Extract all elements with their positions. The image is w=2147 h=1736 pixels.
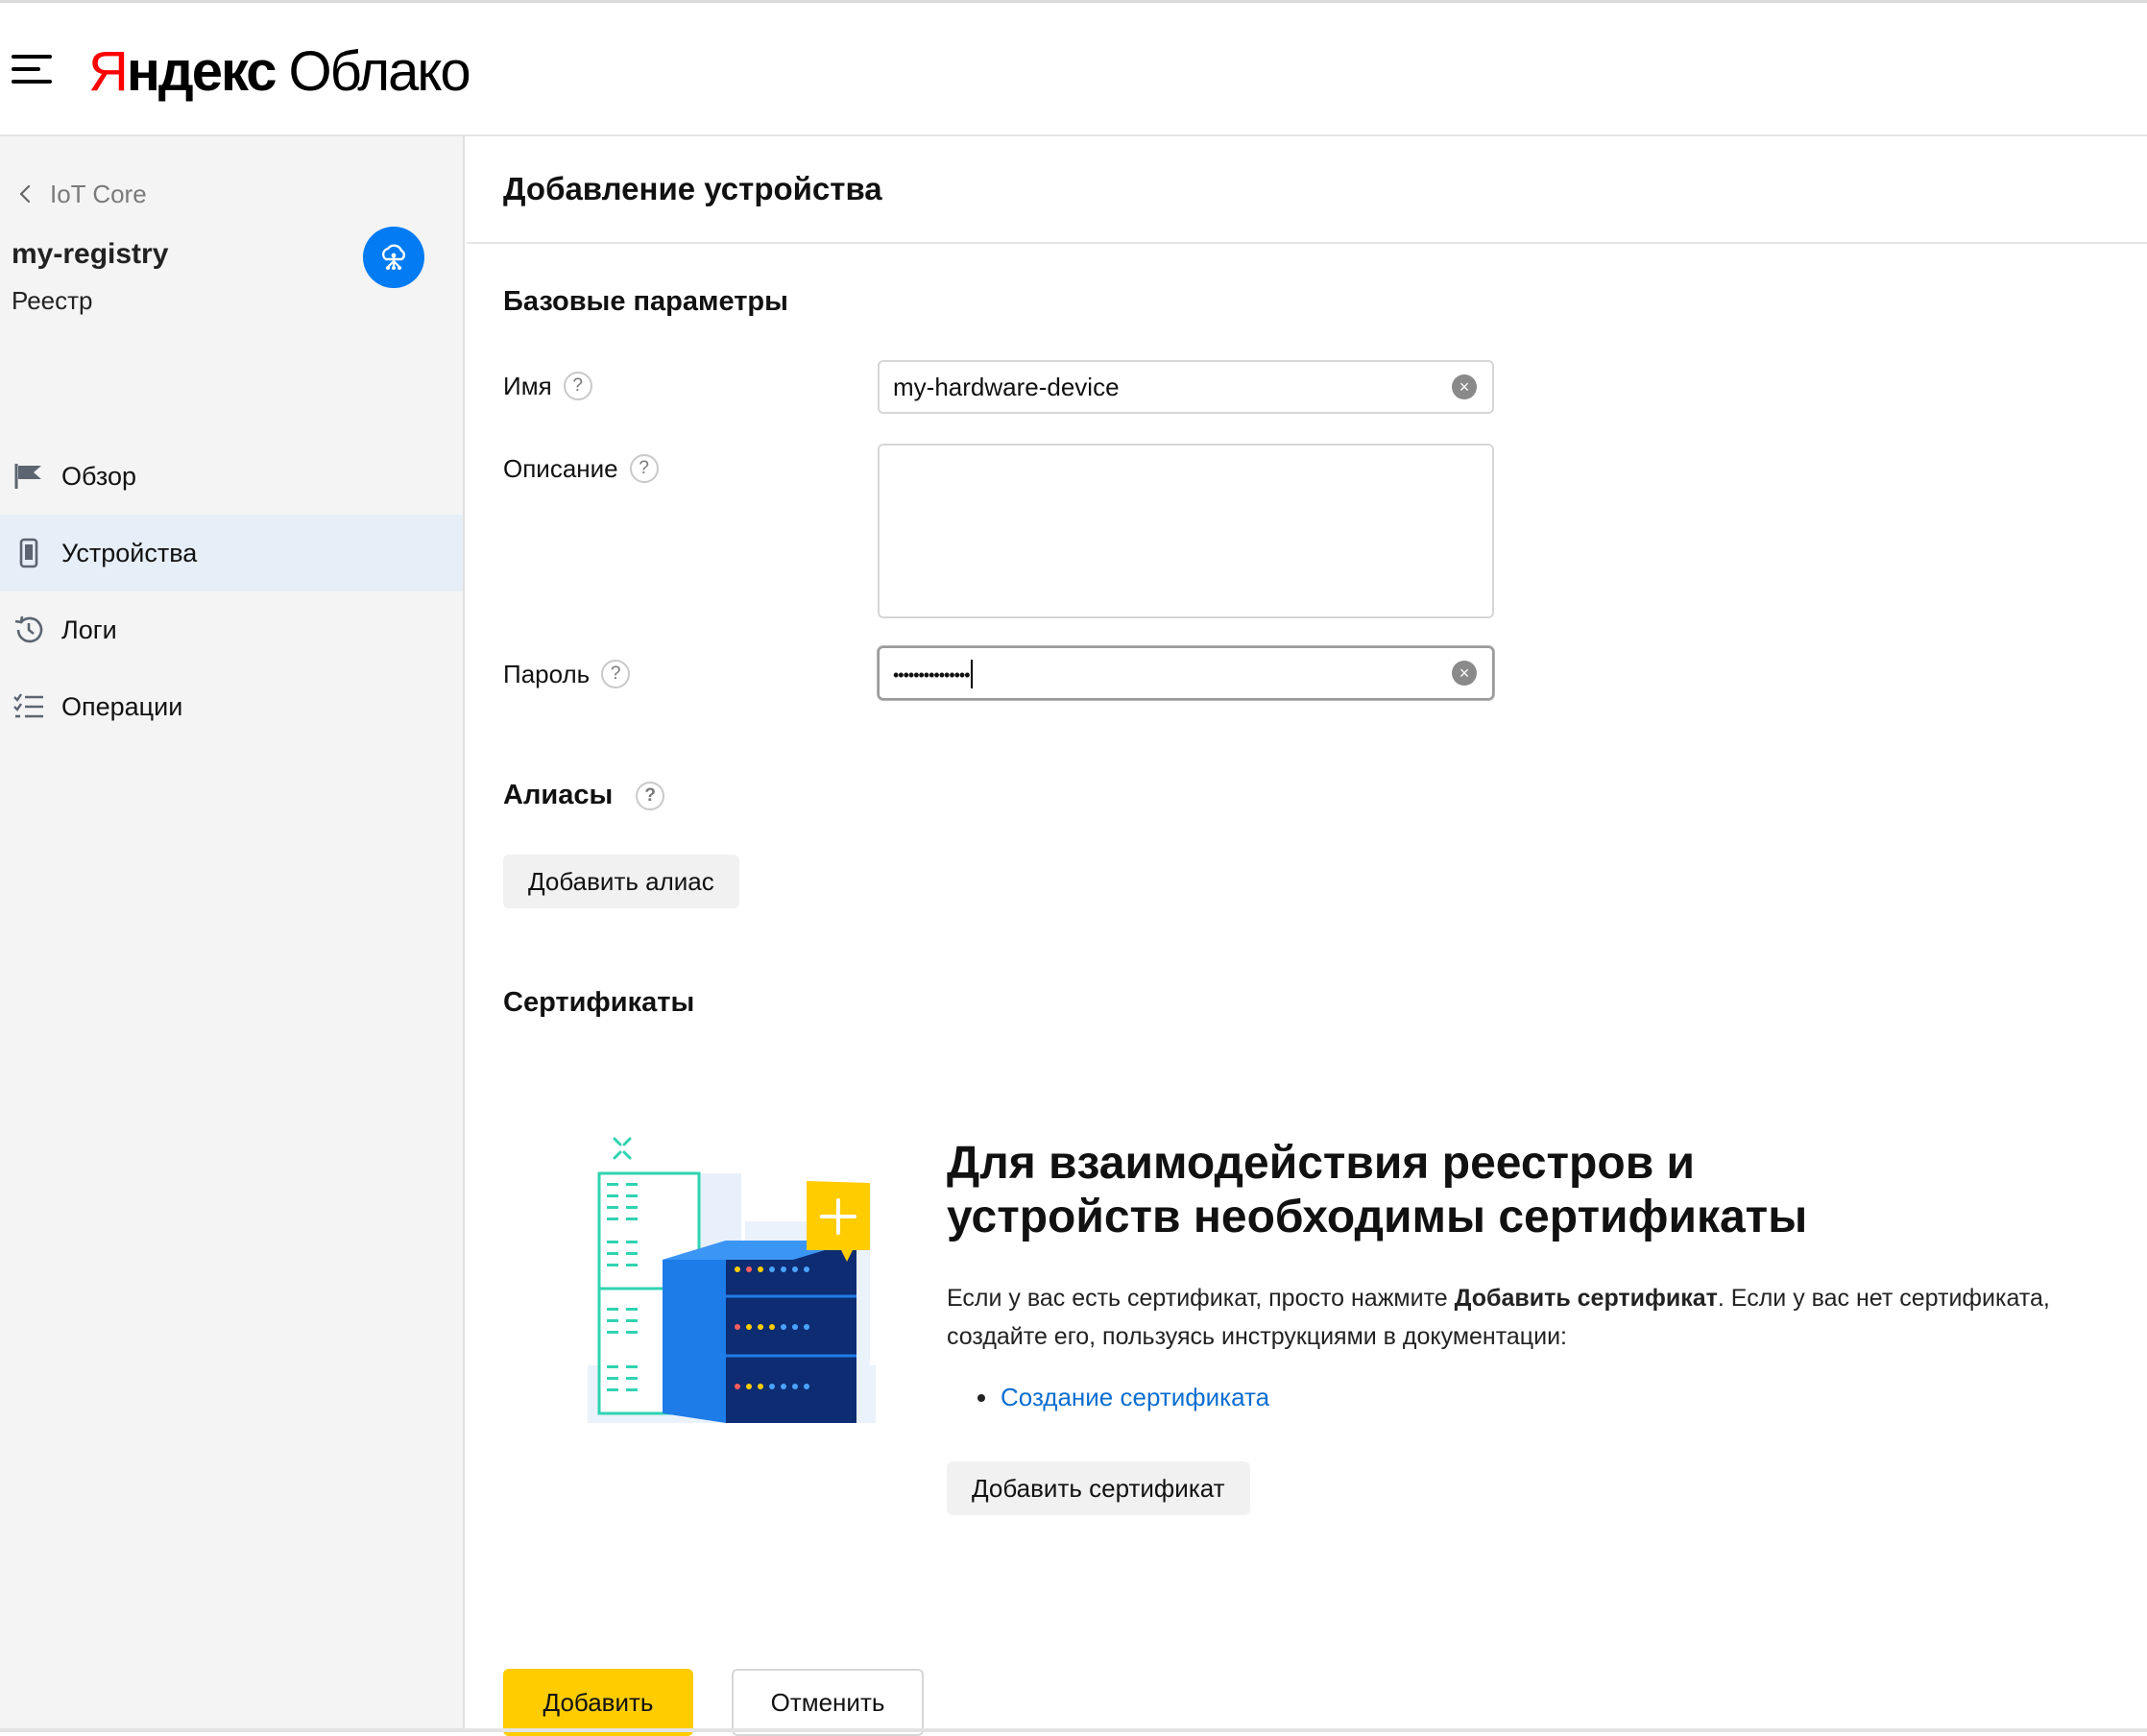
aliases-title: Алиасы — [503, 780, 613, 811]
certificates-doc-list: Создание сертификата — [947, 1383, 1269, 1412]
device-icon — [12, 536, 46, 570]
help-icon[interactable]: ? — [636, 782, 664, 810]
sidebar: IoT Core my-registry Реестр Обзор Устрой… — [0, 136, 465, 1732]
section-certificates: Сертификаты — [503, 987, 694, 1019]
description-field[interactable] — [878, 444, 1494, 618]
add-certificate-button[interactable]: Добавить сертификат — [947, 1461, 1250, 1515]
logo-cloud-word: Облако — [289, 39, 470, 104]
registry-name: my-registry — [12, 238, 168, 271]
password-label-text: Пароль — [503, 660, 590, 689]
logo-word: ндекс — [127, 39, 276, 104]
sidebar-item-devices[interactable]: Устройства — [0, 515, 463, 591]
add-alias-button[interactable]: Добавить алиас — [503, 855, 739, 908]
name-input-value: my-hardware-device — [893, 373, 1452, 402]
sidebar-item-label: Логи — [61, 615, 117, 645]
back-link[interactable]: IoT Core — [12, 175, 147, 213]
password-input[interactable]: ••••••••••••••• × — [878, 646, 1494, 700]
create-certificate-link[interactable]: Создание сертификата — [1001, 1383, 1269, 1412]
divider — [0, 1728, 2147, 1732]
sidebar-nav: Обзор Устройства Логи Операции — [0, 438, 463, 745]
submit-button[interactable]: Добавить — [503, 1669, 693, 1736]
certificates-description: Если у вас есть сертификат, просто нажми… — [947, 1279, 2147, 1356]
password-input-value: ••••••••••••••• — [893, 658, 1452, 688]
name-label: Имя ? — [503, 367, 592, 405]
sidebar-item-label: Операции — [61, 692, 182, 722]
name-input[interactable]: my-hardware-device × — [878, 360, 1494, 414]
chevron-left-icon — [12, 180, 40, 208]
name-label-text: Имя — [503, 372, 552, 401]
registry-type: Реестр — [12, 286, 93, 316]
cancel-button[interactable]: Отменить — [732, 1669, 924, 1736]
help-icon[interactable]: ? — [564, 372, 592, 400]
history-icon — [12, 613, 46, 647]
sidebar-item-label: Обзор — [61, 462, 136, 492]
list-icon — [12, 689, 46, 724]
section-basic-params: Базовые параметры — [503, 286, 788, 318]
description-label: Описание ? — [503, 449, 659, 488]
logo-letter: Я — [88, 39, 127, 104]
top-header: ЯндексОблако — [0, 0, 2147, 136]
certificates-headline: Для взаимодействия реестров и устройств … — [947, 1137, 1926, 1244]
sidebar-item-label: Устройства — [61, 539, 197, 568]
certificates-text-1: Если у вас есть сертификат, просто нажми… — [947, 1285, 1455, 1312]
sidebar-item-operations[interactable]: Операции — [0, 668, 463, 745]
section-aliases: Алиасы ? — [503, 780, 664, 811]
flag-icon — [12, 459, 46, 494]
description-label-text: Описание — [503, 454, 618, 484]
iot-registry-icon — [363, 227, 424, 288]
logo[interactable]: ЯндексОблако — [88, 39, 470, 107]
help-icon[interactable]: ? — [630, 454, 659, 483]
certificates-text-bold: Добавить сертификат — [1455, 1285, 1718, 1312]
sidebar-item-overview[interactable]: Обзор — [0, 438, 463, 515]
back-link-label: IoT Core — [50, 180, 147, 209]
divider — [467, 242, 2147, 244]
clear-icon[interactable]: × — [1452, 661, 1477, 686]
password-label: Пароль ? — [503, 655, 630, 693]
help-icon[interactable]: ? — [601, 660, 630, 688]
main-content: Добавление устройства Базовые параметры … — [467, 136, 2147, 1732]
bullet — [977, 1394, 985, 1402]
sidebar-item-logs[interactable]: Логи — [0, 591, 463, 668]
clear-icon[interactable]: × — [1452, 374, 1477, 399]
server-illustration — [582, 1135, 928, 1423]
menu-icon[interactable] — [12, 55, 52, 84]
page-title: Добавление устройства — [503, 171, 882, 207]
